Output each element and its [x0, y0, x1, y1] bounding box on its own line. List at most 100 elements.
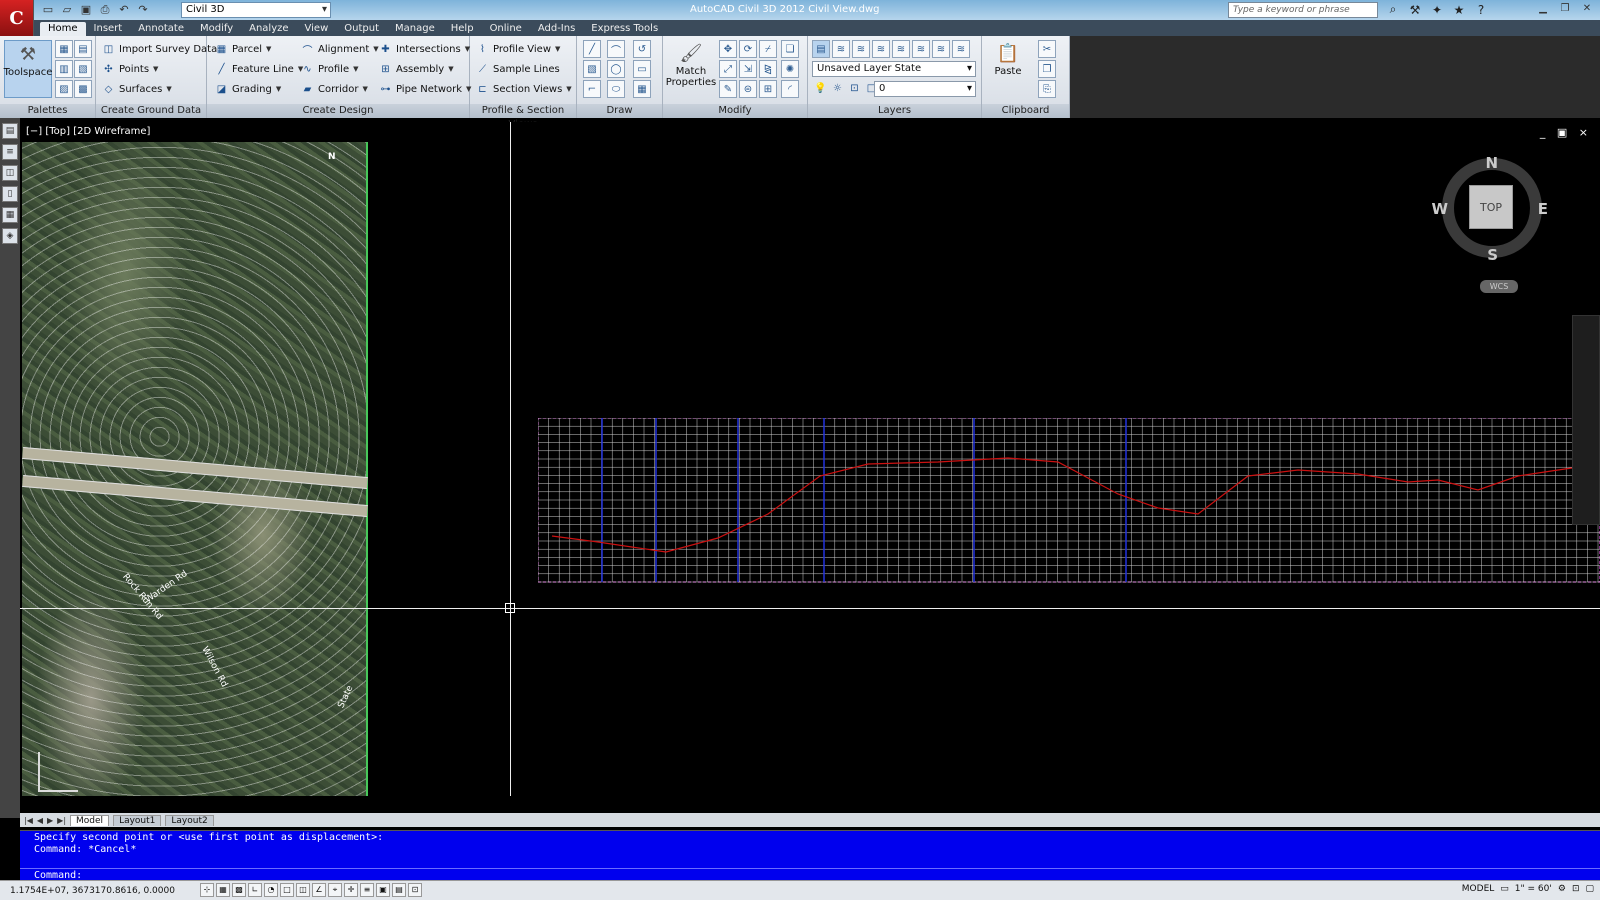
layer-icon[interactable]: ≋ — [872, 40, 890, 58]
toolspace-button[interactable]: ⚒ Toolspace — [4, 40, 52, 98]
layer-icon[interactable]: ≋ — [832, 40, 850, 58]
workspace-gear-icon[interactable]: ⚙ — [1558, 884, 1566, 894]
tab-model[interactable]: Model — [70, 814, 110, 826]
app-menu-button[interactable]: C — [0, 0, 34, 36]
tab-manage[interactable]: Manage — [387, 22, 443, 36]
trim-icon[interactable]: ⌿ — [759, 40, 777, 58]
stretch-icon[interactable]: ⇲ — [739, 60, 757, 78]
line-icon[interactable]: ╱ — [583, 40, 601, 58]
layer-icon[interactable]: ≋ — [852, 40, 870, 58]
compass-west[interactable]: W — [1431, 200, 1448, 218]
layer-select[interactable]: 0 — [874, 81, 976, 97]
compass-south[interactable]: S — [1487, 246, 1498, 264]
tab-layout1[interactable]: Layout1 — [113, 814, 162, 826]
model-space-toggle[interactable]: MODEL — [1462, 884, 1494, 894]
cut-icon[interactable]: ✂ — [1038, 40, 1056, 58]
clean-screen-icon[interactable]: ▢ — [1585, 884, 1594, 894]
sc-icon[interactable]: ⊡ — [408, 883, 422, 897]
panel-label[interactable]: Profile & Section Views — [470, 104, 576, 130]
section-views-button[interactable]: ⊏ Section Views ▼ — [476, 83, 571, 95]
restore-icon[interactable]: ❐ — [1556, 1, 1574, 15]
intersections-button[interactable]: ✚ Intersections ▼ — [379, 43, 470, 55]
tab-annotate[interactable]: Annotate — [130, 22, 192, 36]
undo-draw-icon[interactable]: ↺ — [633, 40, 651, 58]
qp-icon[interactable]: ▤ — [392, 883, 406, 897]
next-tab-icon[interactable]: ▶ — [47, 816, 53, 825]
panel-label[interactable]: Create Ground Data — [96, 104, 206, 118]
open-icon[interactable]: ▱ — [59, 2, 75, 17]
navigation-bar[interactable] — [1572, 315, 1600, 525]
feature-line-button[interactable]: ╱ Feature Line ▼ — [215, 63, 303, 75]
palette-icon[interactable]: ▩ — [74, 80, 92, 98]
workspace-select[interactable]: Civil 3D — [181, 2, 331, 18]
profile-view-grid[interactable] — [538, 418, 1600, 586]
layer-state-select[interactable]: Unsaved Layer State — [812, 61, 976, 77]
import-survey-button[interactable]: ◫ Import Survey Data — [102, 43, 217, 55]
arc-icon[interactable]: ⌒ — [607, 40, 625, 58]
panel-label[interactable]: Draw — [577, 104, 662, 118]
infer-icon[interactable]: ⊹ — [200, 883, 214, 897]
new-icon[interactable]: ▭ — [40, 2, 56, 17]
palette-icon[interactable]: ▧ — [74, 60, 92, 78]
assembly-button[interactable]: ⊞ Assembly ▼ — [379, 63, 453, 75]
wcs-menu[interactable]: WCS — [1480, 280, 1518, 293]
drawing-viewport[interactable]: [−] [Top] [2D Wireframe] _ ▣ × Rock Run … — [20, 122, 1600, 796]
tab-output[interactable]: Output — [336, 22, 387, 36]
tab-express-tools[interactable]: Express Tools — [583, 22, 666, 36]
mirror-icon[interactable]: ⧎ — [759, 60, 777, 78]
ortho-icon[interactable]: ∟ — [248, 883, 262, 897]
corridor-button[interactable]: ▰ Corridor ▼ — [301, 83, 368, 95]
first-tab-icon[interactable]: |◀ — [24, 816, 33, 825]
sample-lines-button[interactable]: ⟋ Sample Lines — [476, 63, 560, 75]
tab-insert[interactable]: Insert — [86, 22, 131, 36]
layer-icon[interactable]: ≋ — [892, 40, 910, 58]
viewcube[interactable]: TOP — [1442, 158, 1542, 258]
panel-label[interactable]: Clipboard — [982, 104, 1069, 118]
tab-help[interactable]: Help — [443, 22, 482, 36]
copy-icon[interactable]: ❏ — [781, 40, 799, 58]
polyline-icon[interactable]: ⌐ — [583, 80, 601, 98]
snap-icon[interactable]: ▦ — [216, 883, 230, 897]
binoculars-icon[interactable]: ⌕ — [1385, 2, 1401, 17]
subscription-icon[interactable]: ⚒ — [1407, 2, 1423, 17]
survey-tab-icon[interactable]: ◫ — [2, 165, 18, 181]
lock-icon[interactable]: ⊡ — [848, 82, 861, 94]
grading-button[interactable]: ◪ Grading ▼ — [215, 83, 281, 95]
hatch-icon[interactable]: ▧ — [583, 60, 601, 78]
save-icon[interactable]: ▣ — [78, 2, 94, 17]
last-tab-icon[interactable]: ▶| — [57, 816, 66, 825]
compass-east[interactable]: E — [1538, 200, 1548, 218]
communication-icon[interactable]: ✦ — [1429, 2, 1445, 17]
rotate-icon[interactable]: ⟳ — [739, 40, 757, 58]
osnap-icon[interactable]: □ — [280, 883, 294, 897]
panel-label[interactable]: Palettes — [0, 104, 95, 118]
tab-online[interactable]: Online — [482, 22, 530, 36]
explode-icon[interactable]: ✺ — [781, 60, 799, 78]
points-button[interactable]: ✣ Points ▼ — [102, 63, 158, 75]
search-input[interactable]: Type a keyword or phrase — [1228, 2, 1378, 18]
quick-view-icon[interactable]: ▭ — [1500, 884, 1509, 894]
tab-layout2[interactable]: Layout2 — [165, 814, 214, 826]
coordinates-readout[interactable]: 1.1754E+07, 3673170.8616, 0.0000 — [10, 886, 175, 896]
help-icon[interactable]: ? — [1473, 2, 1489, 17]
profile-button[interactable]: ∿ Profile ▼ — [301, 63, 358, 75]
redo-icon[interactable]: ↷ — [135, 2, 151, 17]
prospector-icon[interactable]: ▤ — [2, 123, 18, 139]
erase-icon[interactable]: ✎ — [719, 80, 737, 98]
palette-icon[interactable]: ▦ — [55, 40, 73, 58]
print-icon[interactable]: ⎙ — [97, 2, 113, 17]
toolbox-icon[interactable]: ▯ — [2, 186, 18, 202]
tab-modify[interactable]: Modify — [192, 22, 241, 36]
tab-analyze[interactable]: Analyze — [241, 22, 296, 36]
3dosnap-icon[interactable]: ◫ — [296, 883, 310, 897]
favorites-icon[interactable]: ★ — [1451, 2, 1467, 17]
close-icon[interactable]: ✕ — [1578, 1, 1596, 15]
transparency-icon[interactable]: ▣ — [376, 883, 390, 897]
surfaces-button[interactable]: ◇ Surfaces ▼ — [102, 83, 172, 95]
viewport-label[interactable]: [−] [Top] [2D Wireframe] — [26, 126, 150, 137]
fillet-icon[interactable]: ◜ — [781, 80, 799, 98]
minimize-icon[interactable]: ▁ — [1534, 1, 1552, 15]
tab-add-ins[interactable]: Add-Ins — [530, 22, 583, 36]
palette-icon[interactable]: ▤ — [74, 40, 92, 58]
rectangle-icon[interactable]: ▭ — [633, 60, 651, 78]
